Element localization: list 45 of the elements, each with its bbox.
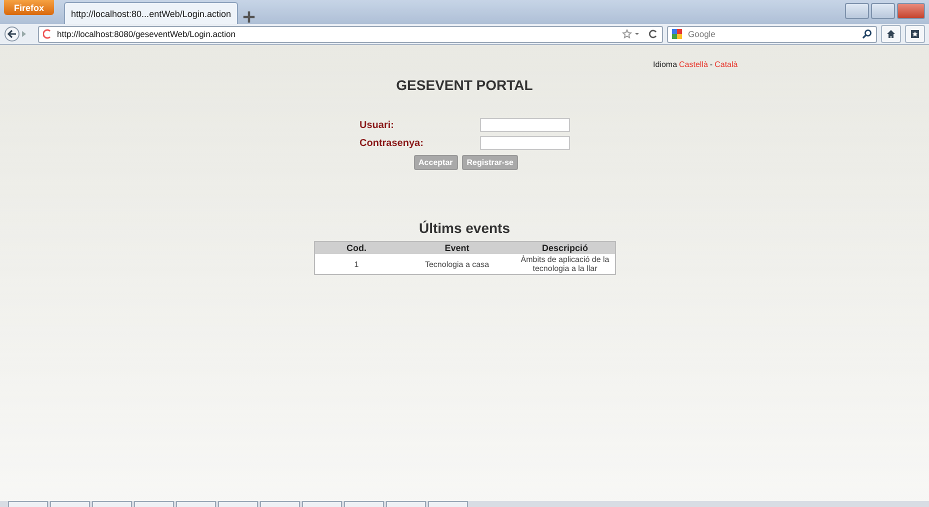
form-button[interactable]: Registrar-se [462,155,518,170]
bookmarks-button[interactable] [905,25,925,43]
taskbar-button[interactable] [386,501,426,507]
reload-icon[interactable] [648,29,658,39]
table-cell: Tecnologia a casa [398,254,516,274]
home-icon [886,29,896,39]
close-button[interactable] [897,3,925,19]
taskbar-button[interactable] [134,501,174,507]
browser-tab[interactable]: http://localhost:80...entWeb/Login.action [64,2,238,24]
taskbar-button[interactable] [50,501,90,507]
events-title: Últims events [418,220,510,236]
search-bar[interactable]: Google [667,26,877,42]
taskbar-button[interactable] [302,501,342,507]
column-header: Descripció [516,242,615,254]
taskbar-button[interactable] [344,501,384,507]
taskbar-button[interactable] [260,501,300,507]
bookmarks-icon [910,29,920,39]
taskbar-button[interactable] [428,501,468,507]
google-icon [672,29,684,39]
portal-title: GESEVENT PORTAL [396,77,533,93]
new-tab-icon[interactable] [242,10,256,24]
search-icon[interactable] [862,29,872,39]
input-field[interactable] [480,118,570,132]
form-button[interactable]: Acceptar [414,155,458,170]
field-label: Contrasenya: [360,138,424,148]
language-link[interactable]: Castellà [679,60,708,69]
column-header: Event [398,242,516,254]
language-label: Idioma [653,60,678,69]
input-field[interactable] [480,136,570,150]
table-cell: 1 [314,254,398,274]
language-separator: - [710,60,713,69]
firefox-menu-button[interactable]: Firefox [4,0,54,15]
restore-button[interactable] [871,3,895,19]
table-cell: Àmbits de aplicació de la tecnologia a la llar [516,254,615,274]
taskbar-button[interactable] [8,501,48,507]
taskbar-button[interactable] [176,501,216,507]
address-bar[interactable]: http://localhost:8080/geseventWeb/Login.action [38,26,663,42]
taskbar-button[interactable] [92,501,132,507]
taskbar-button[interactable] [218,501,258,507]
field-label: Usuari: [360,120,395,130]
search-input[interactable]: Google [688,29,858,39]
home-button[interactable] [881,25,901,43]
column-header: Cod. [314,242,398,254]
minimize-button[interactable] [845,3,869,19]
language-link[interactable]: Català [714,60,738,69]
